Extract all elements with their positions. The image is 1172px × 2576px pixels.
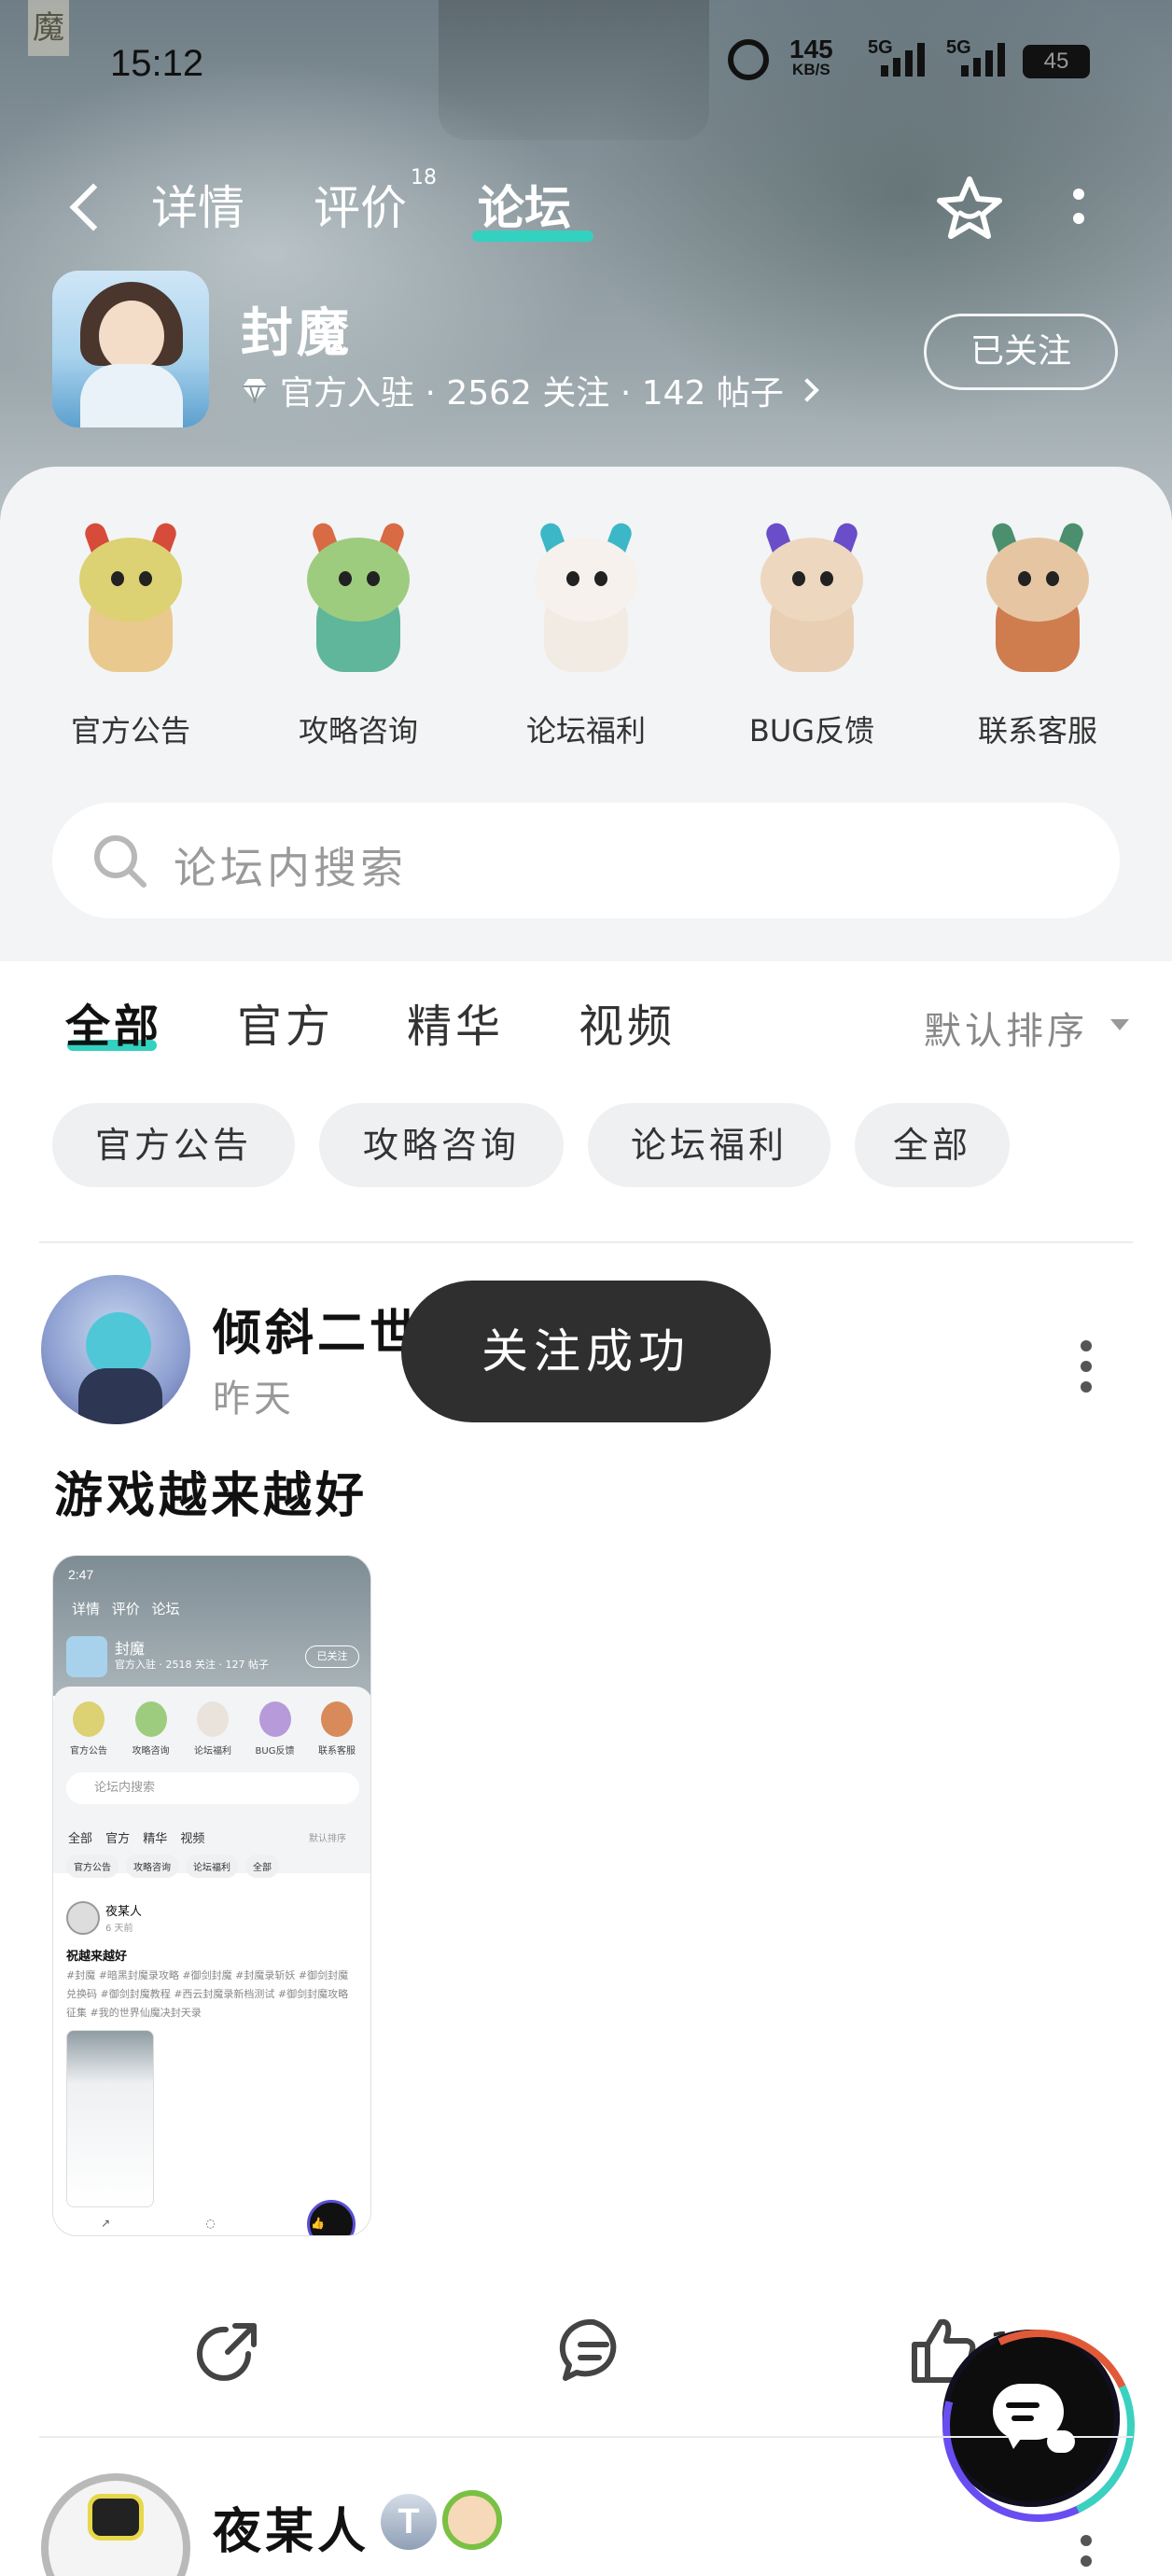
caret-down-icon	[1110, 1019, 1129, 1030]
shot-chips: 官方公告 攻略咨询 论坛福利 全部	[66, 1855, 279, 1878]
shot-mini-image	[66, 2030, 154, 2207]
net-speed-value: 145	[789, 35, 833, 63]
category-label: 论坛福利	[525, 713, 646, 749]
shot-app-icon	[66, 1636, 107, 1677]
post-image[interactable]: 2:47 详情 评价 论坛 封魔 官方入驻 · 2518 关注 · 127 帖子…	[52, 1555, 371, 2236]
chip-guides[interactable]: 攻略咨询	[319, 1103, 564, 1187]
post-time: 昨天	[213, 1378, 295, 1421]
divider	[39, 2436, 1133, 2438]
shot-author: 夜某人	[105, 1905, 143, 1919]
shot-avatar	[66, 1901, 100, 1935]
more-menu-icon[interactable]	[1069, 189, 1088, 235]
diamond-icon	[243, 379, 267, 403]
signal-icon	[881, 39, 925, 77]
shot-app-name: 封魔	[115, 1640, 146, 1658]
category-label: 联系客服	[977, 713, 1097, 749]
shot-app-meta: 官方入驻 · 2518 关注 · 127 帖子	[115, 1659, 269, 1671]
post-more-icon[interactable]	[1081, 1340, 1094, 1402]
shot-filter-tabs: 全部 官方 精华 视频	[68, 1832, 205, 1846]
back-arrow-icon[interactable]	[65, 177, 103, 239]
shot-tabs: 详情 评价 论坛	[72, 1601, 180, 1617]
battery-icon: 45	[1023, 45, 1090, 78]
shot-time: 2:47	[68, 1567, 94, 1582]
followed-button[interactable]: 已关注	[924, 314, 1118, 390]
chevron-right-icon	[795, 378, 819, 402]
level-badge-icon: T	[381, 2494, 437, 2550]
purple-beast-mascot-icon	[732, 520, 891, 691]
shot-sort: 默认排序	[309, 1834, 346, 1844]
category-bug-report[interactable]: BUG反馈	[719, 520, 905, 749]
shot-categories: 官方公告 攻略咨询 论坛福利 BUG反馈 联系客服	[61, 1701, 365, 1757]
shot-search: 论坛内搜索	[66, 1772, 359, 1804]
shot-tags: #封魔 #暗黑封魔录攻略 #御剑封魔 #封魔录斩妖 #御剑封魔兑换码 #御剑封魔…	[66, 1969, 349, 2019]
share-icon[interactable]	[192, 2313, 267, 2387]
favorite-star-icon[interactable]	[935, 174, 1004, 243]
tab-details[interactable]: 详情	[151, 177, 244, 239]
tab-reviews[interactable]: 评价	[314, 177, 407, 239]
shot-follow: 已关注	[305, 1645, 359, 1668]
status-time: 15:12	[110, 43, 204, 84]
review-count-badge: 18	[411, 166, 437, 189]
category-label: 官方公告	[70, 713, 190, 749]
app-meta-text: 官方入驻 · 2562 关注 · 142 帖子	[280, 374, 784, 413]
chip-benefits[interactable]: 论坛福利	[588, 1103, 830, 1187]
green-dragon-mascot-icon	[279, 520, 438, 691]
status-bar: 15:12 145 KB/S 5G 5G 45	[0, 35, 1172, 93]
category-label: 攻略咨询	[298, 713, 418, 749]
category-announcement[interactable]: 官方公告	[37, 520, 224, 749]
follow-success-toast: 关注成功	[401, 1281, 771, 1422]
app-icon	[52, 271, 209, 427]
net-speed-unit: KB/S	[792, 61, 830, 78]
shot-action-bar: ↗ ◌ 👍	[101, 2217, 325, 2230]
category-customer-service[interactable]: 联系客服	[944, 520, 1131, 749]
shot-post-title: 祝越来越好	[66, 1950, 128, 1964]
post-title[interactable]: 游戏越来越好	[54, 1456, 368, 1526]
post-author[interactable]: 夜某人	[213, 2492, 370, 2562]
shot-post-time: 6 天前	[105, 1924, 133, 1934]
chip-announcement[interactable]: 官方公告	[52, 1103, 295, 1187]
signal-icon	[961, 39, 1005, 77]
comment-icon[interactable]	[556, 2313, 631, 2387]
filter-tab-featured[interactable]: 精华	[407, 989, 504, 1055]
app-meta-link[interactable]: 官方入驻 · 2562 关注 · 142 帖子	[239, 366, 819, 414]
search-icon	[94, 835, 146, 888]
divider	[39, 1241, 1133, 1243]
app-name: 封魔	[241, 303, 353, 364]
net-speed: 145 KB/S	[789, 35, 833, 78]
category-label: BUG反馈	[748, 713, 875, 749]
orange-dragon-mascot-icon	[958, 520, 1117, 691]
character-badge-icon	[442, 2490, 502, 2550]
chip-all[interactable]: 全部	[855, 1103, 1010, 1187]
post-more-icon[interactable]	[1081, 2535, 1094, 2576]
sort-dropdown[interactable]: 默认排序	[924, 1001, 1088, 1055]
forum-search-input[interactable]: 论坛内搜索	[52, 803, 1120, 918]
author-avatar[interactable]	[41, 2473, 190, 2576]
category-guides[interactable]: 攻略咨询	[265, 520, 452, 749]
alarm-icon	[728, 39, 769, 80]
white-deer-mascot-icon	[507, 520, 665, 691]
filter-tab-all[interactable]: 全部	[65, 989, 162, 1055]
filter-tab-official[interactable]: 官方	[237, 989, 334, 1055]
tab-forum[interactable]: 论坛	[478, 177, 571, 239]
filter-tab-video[interactable]: 视频	[579, 989, 676, 1055]
yellow-dragon-mascot-icon	[51, 520, 210, 691]
category-benefits[interactable]: 论坛福利	[493, 520, 679, 749]
search-placeholder: 论坛内搜索	[174, 843, 407, 893]
author-avatar[interactable]	[41, 1275, 190, 1424]
post-author[interactable]: 倾斜二世	[213, 1294, 422, 1364]
chat-fab-button[interactable]	[942, 2330, 1120, 2507]
